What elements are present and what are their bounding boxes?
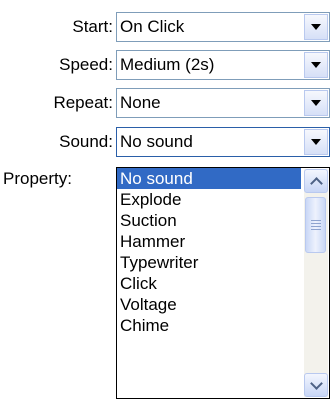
speed-label: Speed: bbox=[59, 55, 113, 74]
repeat-dropdown[interactable]: None bbox=[116, 88, 330, 118]
sound-option-no-sound[interactable]: No sound bbox=[117, 168, 301, 189]
speed-dropdown[interactable]: Medium (2s) bbox=[116, 50, 330, 80]
start-label: Start: bbox=[72, 17, 113, 36]
repeat-label: Repeat: bbox=[53, 93, 113, 112]
sound-label: Sound: bbox=[59, 132, 113, 151]
chevron-down-icon bbox=[311, 62, 321, 68]
chevron-down-icon bbox=[309, 376, 323, 390]
repeat-row: Repeat: None bbox=[0, 88, 331, 118]
start-dropdown-button[interactable] bbox=[304, 14, 328, 40]
property-label: Property: bbox=[3, 169, 72, 188]
scroll-thumb[interactable] bbox=[305, 197, 326, 253]
chevron-down-icon bbox=[311, 100, 321, 106]
sound-option-suction[interactable]: Suction bbox=[117, 210, 301, 231]
sound-option-typewriter[interactable]: Typewriter bbox=[117, 252, 301, 273]
grip-line bbox=[311, 220, 321, 221]
repeat-dropdown-button[interactable] bbox=[304, 90, 328, 116]
repeat-value: None bbox=[120, 93, 161, 112]
scroll-up-button[interactable] bbox=[304, 169, 328, 193]
sound-option-hammer[interactable]: Hammer bbox=[117, 231, 301, 252]
grip-line bbox=[311, 226, 321, 227]
sound-dropdown-button[interactable] bbox=[304, 129, 328, 155]
chevron-down-icon bbox=[311, 139, 321, 145]
sound-option-click[interactable]: Click bbox=[117, 273, 301, 294]
chevron-up-icon bbox=[309, 176, 323, 190]
sound-option-voltage[interactable]: Voltage bbox=[117, 294, 301, 315]
start-dropdown[interactable]: On Click bbox=[116, 12, 330, 42]
sound-row: Sound: No sound bbox=[0, 127, 331, 157]
sound-options: No sound Explode Suction Hammer Typewrit… bbox=[117, 168, 301, 336]
speed-value: Medium (2s) bbox=[120, 55, 215, 74]
chevron-down-icon bbox=[311, 24, 321, 30]
start-value: On Click bbox=[120, 17, 185, 36]
sound-option-explode[interactable]: Explode bbox=[117, 189, 301, 210]
scroll-down-button[interactable] bbox=[304, 373, 328, 397]
sound-option-chime[interactable]: Chime bbox=[117, 315, 301, 336]
sound-options-list[interactable]: No sound Explode Suction Hammer Typewrit… bbox=[116, 167, 330, 399]
speed-row: Speed: Medium (2s) bbox=[0, 50, 331, 80]
speed-dropdown-button[interactable] bbox=[304, 52, 328, 78]
vertical-scrollbar[interactable] bbox=[304, 169, 328, 397]
sound-dropdown[interactable]: No sound bbox=[116, 127, 330, 157]
start-row: Start: On Click bbox=[0, 12, 331, 42]
grip-line bbox=[311, 223, 321, 224]
sound-value: No sound bbox=[120, 132, 193, 151]
grip-line bbox=[311, 229, 321, 230]
